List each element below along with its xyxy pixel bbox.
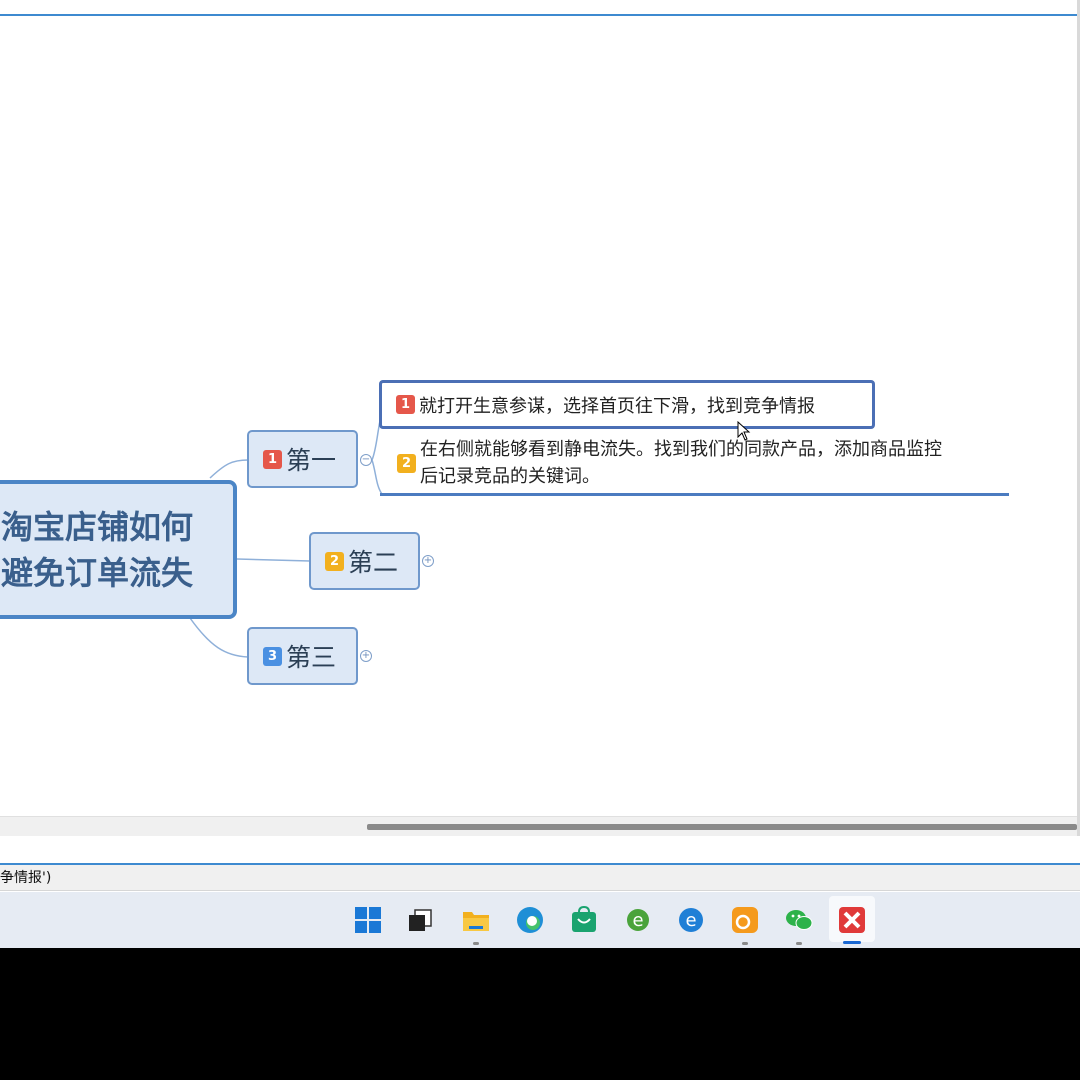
edge-icon[interactable] (514, 904, 546, 936)
central-topic[interactable]: 淘宝店铺如何 避免订单流失 (0, 480, 237, 619)
windows-start-icon[interactable] (352, 904, 384, 936)
active-app-indicator (843, 941, 861, 944)
wechat-icon[interactable] (783, 904, 815, 936)
topic-first-label: 第一 (286, 446, 337, 475)
scrollbar-thumb[interactable] (367, 824, 1077, 830)
central-topic-line1: 淘宝店铺如何 (0, 508, 193, 546)
topic-second[interactable]: 2 第二 (309, 532, 420, 590)
horizontal-scrollbar[interactable] (0, 816, 1077, 836)
expand-toggle-icon[interactable]: + (422, 555, 434, 567)
xmind-icon[interactable] (836, 904, 868, 936)
priority-1-icon: 1 (263, 449, 282, 469)
subtopic-2[interactable]: 2 在右侧就能够看到静电流失。找到我们的同款产品，添加商品监控 后记录竞品的关键… (397, 436, 1009, 496)
panel-gap (0, 836, 1080, 863)
uc-browser-icon[interactable] (729, 904, 761, 936)
priority-2-icon: 2 (325, 551, 344, 571)
topic-third[interactable]: 3 第三 (247, 627, 358, 685)
topic-first[interactable]: 1 第一 (247, 430, 358, 488)
svg-text:e: e (632, 910, 643, 931)
taskbar: e e (0, 892, 1080, 948)
task-view-icon[interactable] (405, 904, 437, 936)
subtopic-2-line2: 后记录竞品的关键词。 (420, 466, 600, 487)
status-bar: 争情报') (0, 865, 1080, 891)
subtopic-2-line1: 在右侧就能够看到静电流失。找到我们的同款产品，添加商品监控 (420, 439, 942, 460)
collapse-toggle-icon[interactable]: − (360, 454, 372, 466)
status-text: 争情报') (0, 870, 52, 886)
mindmap-canvas[interactable]: 淘宝店铺如何 避免订单流失 1 第一 − 2 第二 + 3 第三 + 1 就打开… (0, 16, 1077, 816)
expand-toggle-icon[interactable]: + (360, 650, 372, 662)
topic-second-label: 第二 (348, 548, 399, 577)
store-icon[interactable] (568, 904, 600, 936)
subtopic-2-underline (380, 493, 1009, 496)
file-explorer-icon[interactable] (460, 904, 492, 936)
running-indicator (742, 942, 748, 945)
topic-third-label: 第三 (286, 643, 337, 672)
central-topic-line2: 避免订单流失 (0, 554, 193, 592)
mouse-cursor-icon (737, 421, 751, 441)
svg-text:e: e (685, 910, 696, 931)
subtopic-1-selected[interactable]: 1 就打开生意参谋，选择首页往下滑，找到竞争情报 (379, 380, 875, 429)
priority-3-icon: 3 (263, 646, 282, 666)
priority-1-icon: 1 (396, 395, 415, 414)
ie-icon[interactable]: e (622, 904, 654, 936)
ie-blue-icon[interactable]: e (675, 904, 707, 936)
priority-2-icon: 2 (397, 454, 416, 473)
running-indicator (796, 942, 802, 945)
subtopic-1-text: 就打开生意参谋，选择首页往下滑，找到竞争情报 (419, 395, 815, 417)
running-indicator (473, 942, 479, 945)
xmind-window: 淘宝店铺如何 避免订单流失 1 第一 − 2 第二 + 3 第三 + 1 就打开… (0, 0, 1080, 948)
